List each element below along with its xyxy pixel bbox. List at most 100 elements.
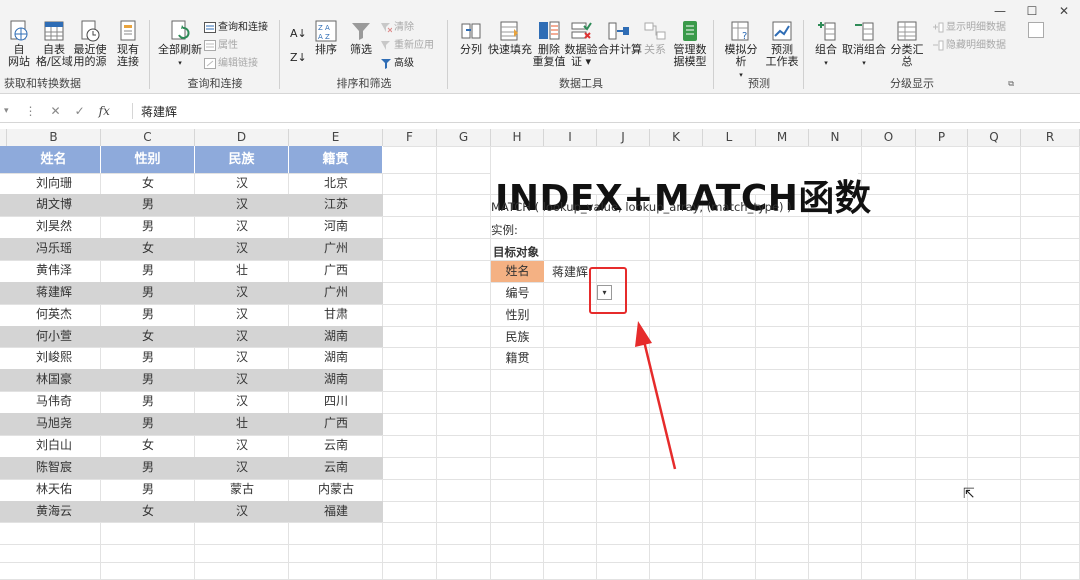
sort-button[interactable]: Z AA Z 排序 — [312, 20, 340, 56]
table-cell[interactable]: 汉 — [195, 216, 289, 237]
table-cell[interactable]: 广州 — [289, 282, 383, 303]
table-cell[interactable]: 陈智宸 — [7, 457, 101, 478]
column-header-n[interactable]: N — [809, 129, 862, 146]
ungroup-button[interactable]: 取消组合 ▾ — [842, 20, 886, 69]
table-cell[interactable]: 男 — [101, 413, 195, 434]
table-cell[interactable]: 冯乐瑶 — [7, 238, 101, 259]
show-detail-button[interactable]: 显示明细数据 — [932, 20, 1006, 36]
edit-links-button[interactable]: 编辑链接 — [204, 56, 258, 72]
table-cell[interactable]: 汉 — [195, 347, 289, 368]
data-validation-button[interactable]: 数据验 证 ▾ — [564, 20, 598, 68]
remove-duplicates-button[interactable]: 删除 重复值 — [532, 20, 566, 68]
table-cell[interactable]: 壮 — [195, 413, 289, 434]
column-header-r[interactable]: R — [1021, 129, 1080, 146]
worksheet-grid[interactable]: BCDEFGHIJKLMNOPQR 姓名 性别 民族 籍贯 刘向珊女汉北京 胡文博男汉江苏… — [0, 129, 1080, 580]
column-header-j[interactable]: J — [597, 129, 650, 146]
table-cell[interactable]: 汉 — [195, 194, 289, 215]
table-cell[interactable]: 蒋建辉 — [7, 282, 101, 303]
table-cell[interactable]: 刘向珊 — [7, 173, 101, 194]
field-label-cell[interactable]: 编号 — [491, 283, 544, 304]
recent-sources-button[interactable]: 最近使 用的源 — [72, 20, 108, 68]
name-value-cell[interactable]: 蒋建辉 — [552, 263, 588, 280]
table-header-cell[interactable]: 籍贯 — [289, 146, 383, 173]
field-label-cell[interactable]: 性别 — [491, 305, 544, 326]
column-header-o[interactable]: O — [862, 129, 916, 146]
column-header-p[interactable]: P — [916, 129, 968, 146]
cancel-icon[interactable]: ✕ — [51, 104, 61, 118]
table-header-cell[interactable]: 姓名 — [7, 146, 101, 173]
reapply-button[interactable]: 重新应用 — [380, 38, 434, 54]
forecast-sheet-button[interactable]: 预测 工作表 — [764, 20, 800, 68]
table-cell[interactable]: 内蒙古 — [289, 479, 383, 500]
column-header-q[interactable]: Q — [968, 129, 1021, 146]
table-cell[interactable]: 女 — [101, 435, 195, 456]
column-header-e[interactable]: E — [289, 129, 383, 146]
table-cell[interactable]: 马伟奇 — [7, 391, 101, 412]
queries-connections-button[interactable]: 查询和连接 — [204, 20, 268, 36]
table-cell[interactable]: 男 — [101, 391, 195, 412]
hide-detail-button[interactable]: 隐藏明细数据 — [932, 38, 1006, 54]
table-cell[interactable]: 广西 — [289, 260, 383, 281]
table-cell[interactable]: 男 — [101, 260, 195, 281]
table-cell[interactable]: 壮 — [195, 260, 289, 281]
table-cell[interactable]: 广西 — [289, 413, 383, 434]
collapse-ribbon-icon[interactable] — [1028, 22, 1044, 38]
existing-connections-button[interactable]: 现有 连接 — [113, 20, 143, 68]
table-cell[interactable]: 汉 — [195, 391, 289, 412]
table-cell[interactable]: 汉 — [195, 501, 289, 522]
table-cell[interactable]: 男 — [101, 369, 195, 390]
table-cell[interactable]: 刘白山 — [7, 435, 101, 456]
table-cell[interactable]: 何小萱 — [7, 326, 101, 347]
relationships-button[interactable]: 关系 — [642, 20, 668, 56]
table-cell[interactable]: 黄海云 — [7, 501, 101, 522]
name-box-chevron-icon[interactable]: ▾ — [4, 106, 9, 116]
table-cell[interactable]: 河南 — [289, 216, 383, 237]
cells-area[interactable]: 姓名 性别 民族 籍贯 刘向珊女汉北京 胡文博男汉江苏 刘昊然男汉河南 冯乐瑶女汉广州 黄伟泽男… — [0, 146, 1080, 580]
table-header-cell[interactable]: 性别 — [101, 146, 195, 173]
table-cell[interactable]: 湖南 — [289, 347, 383, 368]
table-cell[interactable]: 江苏 — [289, 194, 383, 215]
table-cell[interactable]: 男 — [101, 457, 195, 478]
table-cell[interactable]: 男 — [101, 216, 195, 237]
sort-asc-button[interactable]: A↓ — [290, 26, 307, 42]
table-cell[interactable]: 女 — [101, 173, 195, 194]
table-cell[interactable]: 胡文博 — [7, 194, 101, 215]
table-cell[interactable]: 汉 — [195, 282, 289, 303]
table-cell[interactable]: 四川 — [289, 391, 383, 412]
table-cell[interactable]: 蒙古 — [195, 479, 289, 500]
text-to-columns-button[interactable]: 分列 — [456, 20, 486, 56]
refresh-all-button[interactable]: 全部刷新 ▾ — [158, 20, 202, 69]
table-cell[interactable]: 汉 — [195, 173, 289, 194]
table-header-cell[interactable]: 民族 — [195, 146, 289, 173]
from-table-button[interactable]: 自表 格/区域 — [36, 20, 73, 68]
subtotal-button[interactable]: 分类汇总 — [886, 20, 928, 68]
table-cell[interactable]: 福建 — [289, 501, 383, 522]
table-cell[interactable]: 湖南 — [289, 326, 383, 347]
column-header-l[interactable]: L — [703, 129, 756, 146]
table-cell[interactable]: 黄伟泽 — [7, 260, 101, 281]
column-header-f[interactable]: F — [383, 129, 437, 146]
table-cell[interactable]: 云南 — [289, 457, 383, 478]
what-if-analysis-button[interactable]: ? 模拟分析 ▾ — [720, 20, 762, 81]
filter-button[interactable]: 筛选 — [348, 20, 374, 56]
select-all-corner[interactable] — [0, 129, 7, 146]
maximize-button[interactable]: ☐ — [1016, 2, 1048, 20]
table-cell[interactable]: 女 — [101, 238, 195, 259]
enter-icon[interactable]: ✓ — [75, 104, 85, 118]
table-cell[interactable]: 男 — [101, 194, 195, 215]
flash-fill-button[interactable]: 快速填充 — [488, 20, 532, 56]
table-cell[interactable]: 汉 — [195, 369, 289, 390]
table-cell[interactable]: 男 — [101, 304, 195, 325]
properties-button[interactable]: 属性 — [204, 38, 238, 54]
table-cell[interactable]: 林国豪 — [7, 369, 101, 390]
table-cell[interactable]: 汉 — [195, 457, 289, 478]
close-button[interactable]: ✕ — [1048, 2, 1080, 20]
advanced-filter-button[interactable]: 高级 — [380, 56, 414, 72]
field-label-cell[interactable]: 民族 — [491, 327, 544, 348]
column-header-c[interactable]: C — [101, 129, 195, 146]
table-cell[interactable]: 林天佑 — [7, 479, 101, 500]
table-cell[interactable]: 刘昊然 — [7, 216, 101, 237]
formula-input[interactable]: 蒋建辉 — [141, 103, 177, 120]
group-button[interactable]: 组合 ▾ — [810, 20, 842, 69]
table-cell[interactable]: 汉 — [195, 304, 289, 325]
